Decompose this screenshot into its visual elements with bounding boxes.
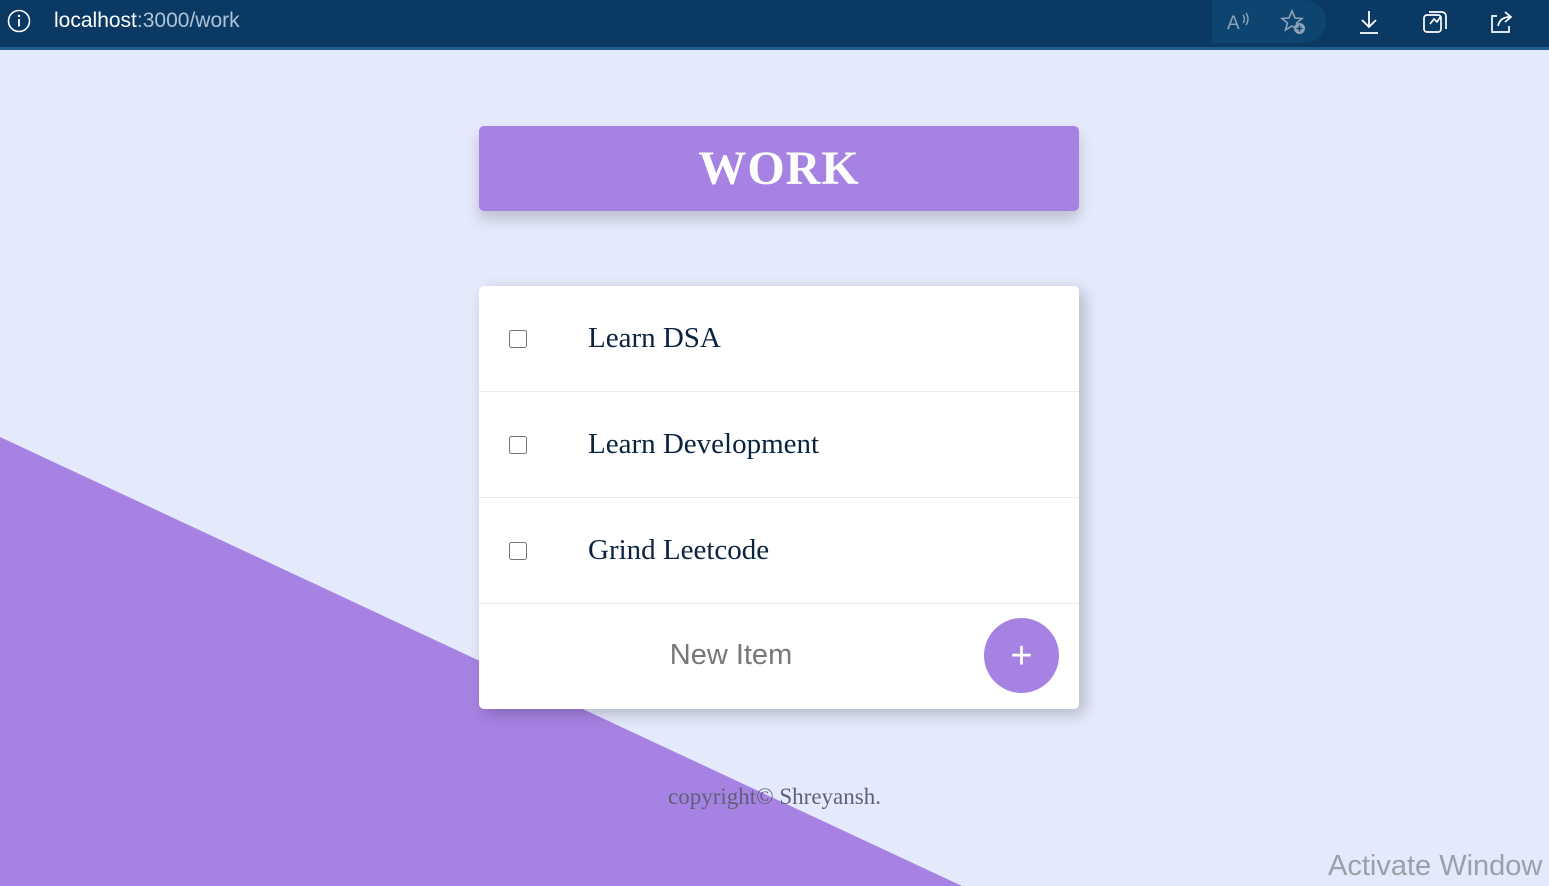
page-title: WORK <box>698 142 860 195</box>
list-item: Learn Development <box>479 392 1079 498</box>
item-checkbox[interactable] <box>509 435 527 454</box>
list-item: Grind Leetcode <box>479 498 1079 604</box>
list-item: Learn DSA <box>479 286 1079 392</box>
add-item-button[interactable]: + <box>984 618 1059 693</box>
todo-list-card: Learn DSA Learn Development Grind Leetco… <box>479 286 1079 709</box>
new-item-row: + <box>479 604 1079 708</box>
list-heading-box: WORK <box>479 126 1079 211</box>
activate-windows-watermark: Activate Window <box>1328 850 1543 882</box>
item-checkbox[interactable] <box>509 541 527 560</box>
footer-copyright: copyright© Shreyansh. <box>668 784 881 809</box>
item-label: Learn DSA <box>588 322 721 354</box>
item-label: Grind Leetcode <box>588 534 770 566</box>
item-label: Learn Development <box>588 428 820 460</box>
new-item-input[interactable] <box>479 626 983 684</box>
item-checkbox[interactable] <box>509 329 527 348</box>
